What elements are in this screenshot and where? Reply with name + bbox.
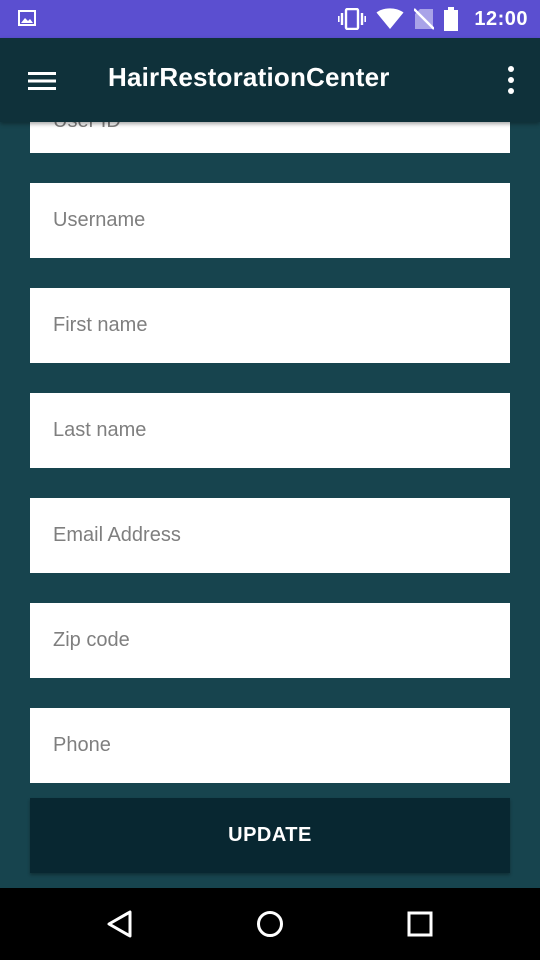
zip-code-field[interactable] — [30, 603, 510, 678]
screen: 12:00 HairRestorationCenter User ID — [0, 0, 540, 960]
app-bar: HairRestorationCenter — [0, 38, 540, 122]
navigation-bar — [0, 888, 540, 960]
profile-form: User ID UPDATE — [0, 122, 540, 888]
username-input[interactable] — [30, 183, 510, 258]
first-name-input[interactable] — [30, 288, 510, 363]
vibrate-icon — [338, 8, 367, 30]
first-name-field[interactable] — [30, 288, 510, 363]
hamburger-menu-icon[interactable] — [22, 66, 62, 96]
app-title: HairRestorationCenter — [108, 62, 390, 92]
battery-icon — [444, 7, 459, 31]
last-name-field[interactable] — [30, 393, 510, 468]
wifi-icon — [376, 8, 404, 29]
back-icon[interactable] — [102, 906, 138, 942]
username-field[interactable] — [30, 183, 510, 258]
no-sim-icon — [414, 8, 435, 30]
image-icon — [18, 10, 36, 26]
recents-icon[interactable] — [402, 906, 438, 942]
status-time: 12:00 — [474, 7, 528, 30]
email-field[interactable] — [30, 498, 510, 573]
user-id-field[interactable]: User ID — [30, 122, 510, 153]
zip-code-input[interactable] — [30, 603, 510, 678]
phone-input[interactable] — [30, 708, 510, 783]
status-icons: 12:00 — [338, 0, 528, 38]
phone-field[interactable] — [30, 708, 510, 783]
home-icon[interactable] — [252, 906, 288, 942]
last-name-input[interactable] — [30, 393, 510, 468]
overflow-menu-icon[interactable] — [504, 64, 518, 96]
status-bar: 12:00 — [0, 0, 540, 38]
email-input[interactable] — [30, 498, 510, 573]
user-id-label: User ID — [53, 122, 121, 133]
update-button[interactable]: UPDATE — [30, 798, 510, 873]
